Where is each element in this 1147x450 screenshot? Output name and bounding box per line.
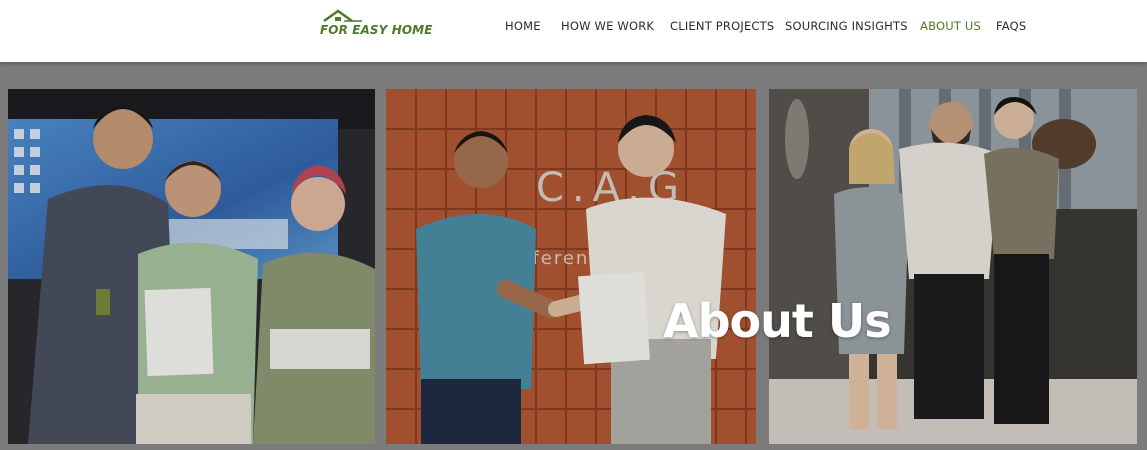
nav-sourcing-insights[interactable]: SOURCING INSIGHTS <box>785 19 908 33</box>
page-title: About Us <box>663 294 892 348</box>
site-header: FOR EASY HOME HOME HOW WE WORK CLIENT PR… <box>0 0 1147 62</box>
nav-home[interactable]: HOME <box>505 19 541 33</box>
team-photo-showroom <box>769 89 1137 444</box>
logo-text: FOR EASY HOME <box>320 23 433 37</box>
nav-how-we-work[interactable]: HOW WE WORK <box>561 19 654 33</box>
site-logo[interactable]: FOR EASY HOME <box>320 9 432 41</box>
nav-client-projects[interactable]: CLIENT PROJECTS <box>670 19 774 33</box>
team-photo-handshake: C.A.G onferenc <box>386 89 756 444</box>
team-photo-office-signing <box>8 89 375 444</box>
nav-about-us[interactable]: ABOUT US <box>920 19 981 33</box>
hero-banner: C.A.G onferenc About Us <box>0 62 1147 450</box>
nav-faqs[interactable]: FAQS <box>996 19 1026 33</box>
